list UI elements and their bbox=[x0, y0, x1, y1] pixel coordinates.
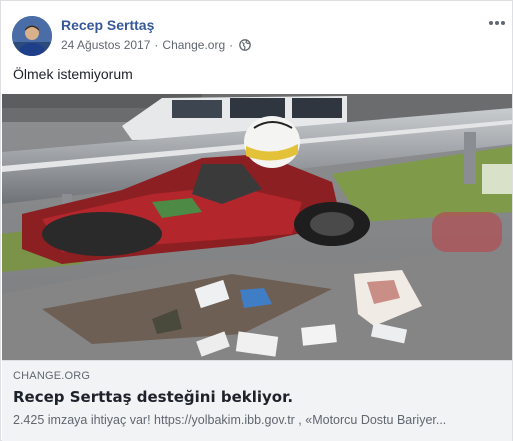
avatar-image bbox=[12, 16, 52, 56]
post-source-app[interactable]: Change.org bbox=[162, 38, 225, 52]
author-avatar[interactable] bbox=[12, 16, 52, 56]
link-description: 2.425 imzaya ihtiyaç var! https://yolbak… bbox=[13, 413, 447, 427]
post-photo[interactable] bbox=[2, 94, 512, 360]
globe-icon[interactable] bbox=[239, 39, 251, 51]
more-options-icon[interactable] bbox=[487, 13, 507, 33]
meta-separator: · bbox=[154, 38, 159, 52]
link-title[interactable]: Recep Serttaş desteğini bekliyor. bbox=[13, 388, 293, 406]
meta-separator: · bbox=[229, 38, 234, 52]
link-source: CHANGE.ORG bbox=[13, 370, 91, 382]
link-preview[interactable]: CHANGE.ORG Recep Serttaş desteğini bekli… bbox=[2, 360, 512, 441]
post-meta: 24 Ağustos 2017 · Change.org · bbox=[61, 38, 251, 52]
author-name[interactable]: Recep Serttaş bbox=[61, 17, 154, 33]
post-date[interactable]: 24 Ağustos 2017 bbox=[61, 38, 150, 52]
post-text: Ölmek istemiyorum bbox=[13, 66, 133, 82]
post-card: Recep Serttaş 24 Ağustos 2017 · Change.o… bbox=[0, 0, 513, 441]
